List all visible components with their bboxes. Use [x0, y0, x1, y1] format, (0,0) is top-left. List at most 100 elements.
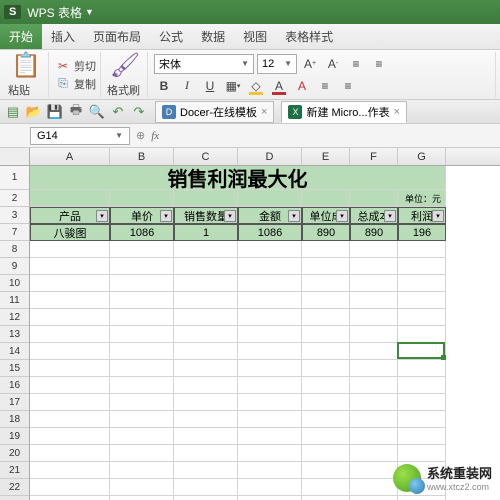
font-size-combo[interactable]: 12 ▼ — [257, 54, 297, 74]
cell-B3[interactable]: 单价▾ — [110, 207, 174, 224]
cell-F19[interactable] — [350, 428, 398, 445]
undo-icon[interactable]: ↶ — [109, 103, 127, 121]
save-icon[interactable]: 💾 — [46, 103, 64, 121]
cell-D16[interactable] — [238, 377, 302, 394]
fill-color-button[interactable]: ◇ — [246, 76, 266, 96]
cell-A18[interactable] — [30, 411, 110, 428]
cell-E16[interactable] — [302, 377, 350, 394]
menu-开始[interactable]: 开始 — [0, 24, 42, 49]
cell-A20[interactable] — [30, 445, 110, 462]
cell-G15[interactable] — [398, 360, 446, 377]
cell-C21[interactable] — [174, 462, 238, 479]
row-header-15[interactable]: 15 — [0, 360, 29, 377]
cell-F13[interactable] — [350, 326, 398, 343]
cell-E8[interactable] — [302, 241, 350, 258]
cell-F2[interactable] — [350, 190, 398, 207]
cell-F7[interactable]: 890 — [350, 224, 398, 241]
cell-B23[interactable] — [110, 496, 174, 500]
cell-C14[interactable] — [174, 343, 238, 360]
cell-A15[interactable] — [30, 360, 110, 377]
align-left2-button[interactable]: ≡ — [315, 76, 335, 96]
cell-D7[interactable]: 1086 — [238, 224, 302, 241]
cell-C22[interactable] — [174, 479, 238, 496]
cell-B14[interactable] — [110, 343, 174, 360]
filter-icon[interactable]: ▾ — [336, 210, 348, 222]
cell-A2[interactable] — [30, 190, 110, 207]
cell-C7[interactable]: 1 — [174, 224, 238, 241]
filter-icon[interactable]: ▾ — [224, 210, 236, 222]
row-header-12[interactable]: 12 — [0, 309, 29, 326]
cell-E3[interactable]: 单位成▾ — [302, 207, 350, 224]
row-header-10[interactable]: 10 — [0, 275, 29, 292]
cell-B9[interactable] — [110, 258, 174, 275]
cell-G18[interactable] — [398, 411, 446, 428]
cell-E19[interactable] — [302, 428, 350, 445]
cell-F8[interactable] — [350, 241, 398, 258]
cell-A7[interactable]: 八骏图 — [30, 224, 110, 241]
cell-E11[interactable] — [302, 292, 350, 309]
row-header-3[interactable]: 3 — [0, 207, 29, 224]
cell-G19[interactable] — [398, 428, 446, 445]
cell-F15[interactable] — [350, 360, 398, 377]
col-header-B[interactable]: B — [110, 148, 174, 165]
cell-C9[interactable] — [174, 258, 238, 275]
cell-G11[interactable] — [398, 292, 446, 309]
close-icon[interactable]: × — [394, 106, 400, 118]
cell-F12[interactable] — [350, 309, 398, 326]
cell-G16[interactable] — [398, 377, 446, 394]
cell-D9[interactable] — [238, 258, 302, 275]
cell-E14[interactable] — [302, 343, 350, 360]
cell-G17[interactable] — [398, 394, 446, 411]
cell-D15[interactable] — [238, 360, 302, 377]
cell-D22[interactable] — [238, 479, 302, 496]
cell-C20[interactable] — [174, 445, 238, 462]
cell-A3[interactable]: 产品▾ — [30, 207, 110, 224]
cell-F3[interactable]: 总成本▾ — [350, 207, 398, 224]
row-header-11[interactable]: 11 — [0, 292, 29, 309]
cell-D19[interactable] — [238, 428, 302, 445]
cell-D13[interactable] — [238, 326, 302, 343]
underline-button[interactable]: U — [200, 76, 220, 96]
cell-B2[interactable] — [110, 190, 174, 207]
cell-D11[interactable] — [238, 292, 302, 309]
cell-C8[interactable] — [174, 241, 238, 258]
cut-icon[interactable]: ✂ — [55, 58, 71, 74]
cell-A8[interactable] — [30, 241, 110, 258]
cell-D23[interactable] — [238, 496, 302, 500]
cell-D14[interactable] — [238, 343, 302, 360]
cell-F18[interactable] — [350, 411, 398, 428]
cell-F14[interactable] — [350, 343, 398, 360]
row-header-23[interactable]: 23 — [0, 496, 29, 500]
cell-C12[interactable] — [174, 309, 238, 326]
row-header-14[interactable]: 14 — [0, 343, 29, 360]
cell-B7[interactable]: 1086 — [110, 224, 174, 241]
menu-视图[interactable]: 视图 — [234, 24, 276, 49]
tab-docer[interactable]: D Docer-在线模板 × — [155, 101, 274, 123]
redo-icon[interactable]: ↷ — [130, 103, 148, 121]
increase-font-button[interactable]: A+ — [300, 54, 320, 74]
cell-F22[interactable] — [350, 479, 398, 496]
filter-icon[interactable]: ▾ — [288, 210, 300, 222]
cell-B18[interactable] — [110, 411, 174, 428]
fx-insert-icon[interactable]: ⊕ — [136, 129, 145, 142]
filter-icon[interactable]: ▾ — [96, 210, 108, 222]
new-icon[interactable]: ▤ — [4, 103, 22, 121]
cell-B21[interactable] — [110, 462, 174, 479]
paste-icon[interactable]: 📋 — [8, 51, 44, 80]
cell-C17[interactable] — [174, 394, 238, 411]
cell-G3[interactable]: 利润▾ — [398, 207, 446, 224]
cell-F17[interactable] — [350, 394, 398, 411]
font-color-button[interactable]: A — [269, 76, 289, 96]
cell-E12[interactable] — [302, 309, 350, 326]
row-header-1[interactable]: 1 — [0, 166, 29, 190]
row-header-18[interactable]: 18 — [0, 411, 29, 428]
menu-页面布局[interactable]: 页面布局 — [84, 24, 150, 49]
cell-D12[interactable] — [238, 309, 302, 326]
italic-button[interactable]: I — [177, 76, 197, 96]
cell-C19[interactable] — [174, 428, 238, 445]
cell-E20[interactable] — [302, 445, 350, 462]
align-left-button[interactable]: ≡ — [346, 54, 366, 74]
preview-icon[interactable]: 🔍 — [88, 103, 106, 121]
col-header-G[interactable]: G — [398, 148, 446, 165]
select-all-corner[interactable] — [0, 148, 30, 165]
